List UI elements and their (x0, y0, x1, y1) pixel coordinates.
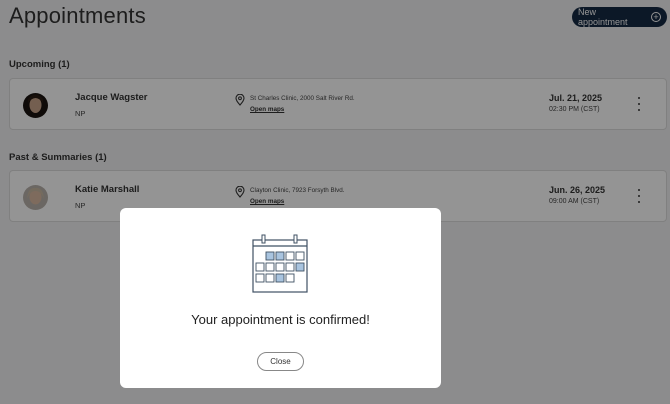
confirmation-dialog: Your appointment is confirmed! Close (120, 208, 441, 388)
confirmation-message: Your appointment is confirmed! (191, 312, 370, 327)
calendar-icon (251, 234, 309, 299)
close-button[interactable]: Close (257, 352, 304, 371)
